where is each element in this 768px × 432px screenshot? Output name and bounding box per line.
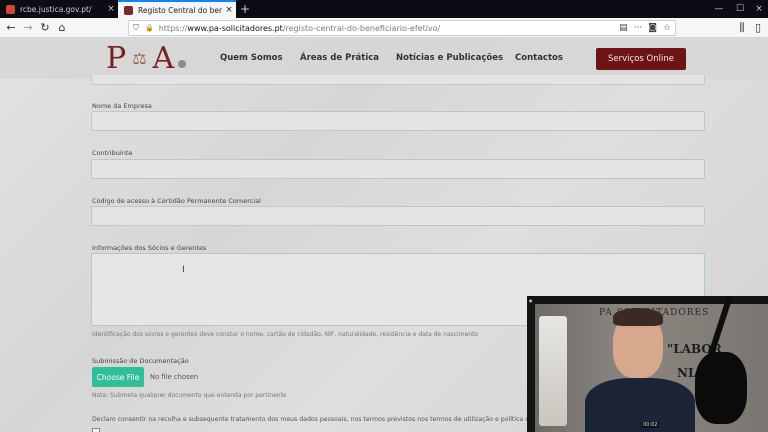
webcam-timestamp: 00:02 (641, 422, 660, 428)
person-hair (613, 308, 663, 326)
help-text: Identificação dos sócios e gerentes deve… (92, 331, 479, 338)
page-actions-icon[interactable]: ··· (634, 23, 643, 33)
field-label: Código de acesso à Certidão Permanente C… (92, 197, 261, 205)
reader-view-icon[interactable]: ▤ (619, 23, 628, 33)
tab-label: Registo Central do beneficiário (138, 5, 222, 15)
library-icon[interactable]: ⫼ (734, 20, 750, 36)
nav-contactos[interactable]: Contactos (515, 53, 563, 63)
logo-ring-icon (178, 60, 187, 68)
home-icon[interactable]: ⌂ (54, 20, 70, 36)
microphone-icon (695, 352, 747, 424)
site-logo[interactable]: P ⚖ A (106, 40, 187, 76)
url-path: /registo-central-do-beneficiario-efetivo… (282, 23, 441, 33)
company-name-input[interactable] (91, 111, 705, 131)
lock-icon[interactable]: 🔒 (145, 24, 154, 32)
scales-of-justice-icon: ⚖ (132, 48, 149, 68)
previous-field-input[interactable] (91, 75, 705, 85)
pocket-icon[interactable]: ◙ (648, 23, 657, 33)
file-status: No file chosen (150, 373, 199, 381)
tab-label: rcbe.justica.gov.pt/ (20, 4, 92, 14)
sidebar-icon[interactable]: ▯ (750, 20, 766, 36)
forward-arrow-icon[interactable]: → (20, 20, 36, 36)
browser-tab-bar: rcbe.justica.gov.pt/ × Registo Central d… (0, 0, 768, 18)
tab-registo-central[interactable]: Registo Central do beneficiário × (118, 0, 236, 18)
reload-icon[interactable]: ↻ (37, 20, 53, 36)
lamp-shape (539, 316, 567, 426)
back-arrow-icon[interactable]: ← (3, 20, 19, 36)
close-tab-icon[interactable]: × (104, 4, 118, 14)
consent-label: Declaro consentir na recolha e subsequen… (92, 416, 574, 423)
bookmark-star-icon[interactable]: ☆ (663, 23, 671, 33)
nav-quem-somos[interactable]: Quem Somos (220, 53, 283, 63)
person-body (585, 378, 695, 432)
browser-nav-bar: ← → ↻ ⌂ ⛉ 🔒 https:// www.pa-solicitadore… (0, 18, 768, 38)
minimize-button[interactable]: — (712, 1, 726, 17)
site-header: P ⚖ A Quem Somos Áreas de Prática Notíci… (0, 39, 768, 79)
logo-letter-a: A (152, 40, 177, 76)
certificate-code-input[interactable] (91, 206, 705, 226)
site-favicon-icon (6, 4, 15, 14)
help-text: Nota: Submeta qualquer documento que ent… (92, 392, 287, 399)
site-favicon-icon (124, 5, 133, 15)
maximize-button[interactable]: ☐ (733, 1, 747, 17)
field-label: Nome da Empresa (92, 102, 152, 110)
nav-areas-de-pratica[interactable]: Áreas de Prática (300, 53, 379, 63)
close-window-button[interactable]: × (752, 1, 766, 17)
nav-noticias[interactable]: Notícias e Publicações (396, 53, 503, 63)
field-label: Informações dos Sócios e Gerentes (92, 244, 207, 252)
webcam-badge-icon: ● (529, 298, 533, 303)
logo-letter-p: P (106, 40, 129, 76)
consent-text: Declaro consentir na recolha e subsequen… (92, 416, 578, 423)
close-tab-icon[interactable]: × (222, 5, 236, 15)
text-cursor-icon: I (182, 265, 185, 275)
field-label: Submissão de Documentação (92, 357, 189, 365)
webcam-overlay[interactable]: ● PA SOLICITADORES "LABOR NIA V 00:02 (527, 296, 768, 432)
url-protocol: https:// (158, 23, 188, 33)
field-label: Contribuinte (92, 149, 133, 157)
new-tab-button[interactable]: + (238, 1, 252, 17)
shield-icon[interactable]: ⛉ (133, 23, 139, 33)
tab-rcbe[interactable]: rcbe.justica.gov.pt/ × (0, 0, 118, 18)
servicos-online-button[interactable]: Serviços Online (596, 48, 686, 70)
consent-checkbox[interactable] (92, 428, 100, 432)
url-bar[interactable]: ⛉ 🔒 https:// www.pa-solicitadores.pt /re… (128, 20, 676, 36)
url-host: www.pa-solicitadores.pt (187, 23, 283, 33)
choose-file-button[interactable]: Choose File (92, 367, 144, 387)
taxpayer-input[interactable] (91, 159, 705, 179)
